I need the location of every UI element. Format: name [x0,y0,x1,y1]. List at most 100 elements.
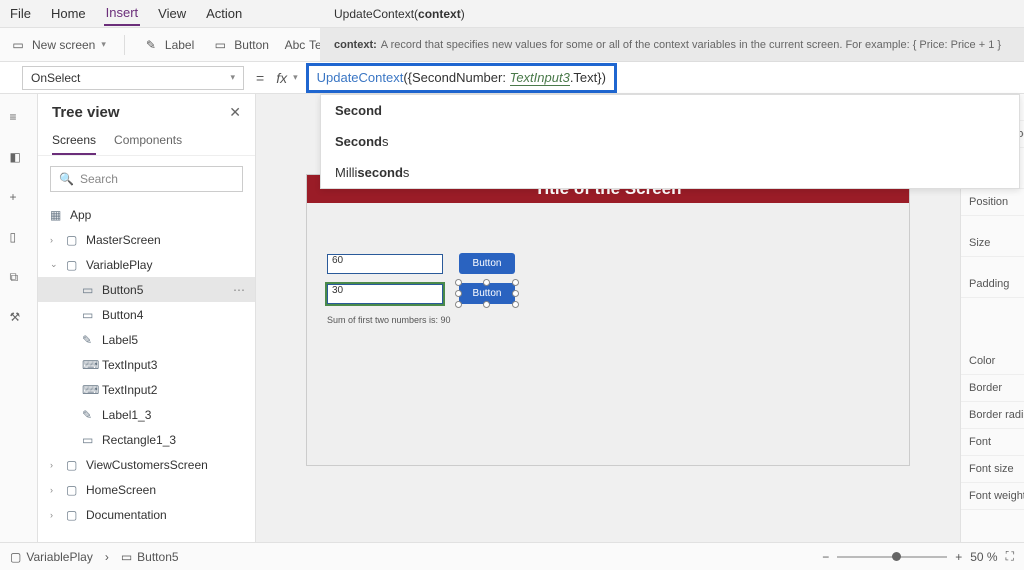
tree-search-input[interactable]: 🔍 Search [50,166,243,192]
button-icon: ▭ [82,283,96,297]
formula-bar: OnSelect▾ = fx ▾ UpdateContext({SecondNu… [0,62,1024,94]
equals-sign: = [256,70,264,86]
button-icon: ▭ [82,308,96,322]
selection-handle[interactable] [483,301,490,308]
suggestion-milliseconds[interactable]: Milliseconds [321,157,1019,188]
prop-padding[interactable]: Padding [961,271,1024,298]
text-icon: Abc [287,37,303,53]
button4-control[interactable]: Button [459,253,515,274]
tree-button4[interactable]: ▭Button4 [38,302,255,327]
prop-font[interactable]: Font [961,429,1024,456]
menu-insert[interactable]: Insert [104,1,141,26]
button-icon: ▭ [121,550,132,564]
chevron-right-icon: › [50,485,60,495]
tree-view-icon[interactable]: ◧ [10,150,28,168]
prop-fontsize[interactable]: Font size [961,456,1024,483]
breadcrumb-control[interactable]: ▭Button5 [121,550,179,564]
tab-screens[interactable]: Screens [52,127,96,155]
close-icon[interactable]: ✕ [229,104,241,121]
button5-control[interactable]: Button [459,283,515,304]
chevron-down-icon: ⌄ [50,259,60,270]
textinput3-control[interactable]: 30 [327,284,443,304]
prop-color[interactable]: Color [961,348,1024,375]
screen-variableplay[interactable]: Title of the Screen 60 Button 30 Button [306,174,910,466]
textinput-icon: ⌨ [82,358,96,372]
data-icon[interactable]: ▯ [10,230,28,248]
prop-position[interactable]: Position [961,189,1024,216]
chevron-right-icon: › [50,460,60,470]
menu-view[interactable]: View [156,2,188,25]
chevron-right-icon: › [50,235,60,245]
label-sum: Sum of first two numbers is: 90 [327,315,451,326]
prop-fontweight[interactable]: Font weight [961,483,1024,510]
add-icon[interactable]: + [10,190,28,208]
search-icon: 🔍 [59,172,74,186]
label-icon: ✎ [143,37,159,53]
left-rail: ≡ ◧ + ▯ ⧉ ⚒ [0,94,38,542]
more-icon[interactable]: ⋯ [233,283,245,297]
property-select[interactable]: OnSelect▾ [22,66,244,90]
menu-file[interactable]: File [8,2,33,25]
hamburger-icon[interactable]: ≡ [10,110,28,128]
tools-icon[interactable]: ⚒ [10,310,28,328]
zoom-in-button[interactable]: + [955,550,962,564]
screen-icon: ▢ [66,458,80,472]
menu-home[interactable]: Home [49,2,88,25]
selection-handle[interactable] [455,290,462,297]
fx-expand-icon[interactable]: ▾ [293,72,298,83]
tree-rectangle1-3[interactable]: ▭Rectangle1_3 [38,427,255,452]
prop-border[interactable]: Border [961,375,1024,402]
tree-variableplay[interactable]: ⌄▢VariablePlay [38,252,255,277]
screen-icon: ▢ [10,550,21,564]
tree-documentation[interactable]: ›▢Documentation [38,502,255,527]
selection-handle[interactable] [455,279,462,286]
screen-icon: ▢ [66,258,80,272]
tree-masterscreen[interactable]: ›▢MasterScreen [38,227,255,252]
textinput-icon: ⌨ [82,383,96,397]
fx-icon: fx [276,70,287,86]
formula-signature: UpdateContext(context) [320,0,465,28]
insert-button-button[interactable]: ▭ Button [212,37,269,53]
textinput2-control[interactable]: 60 [327,254,443,274]
zoom-slider[interactable] [837,556,947,558]
formula-help: context:A record that specifies new valu… [320,28,1024,62]
selection-handle[interactable] [512,290,519,297]
tree-viewcustomers[interactable]: ›▢ViewCustomersScreen [38,452,255,477]
chevron-right-icon: › [50,510,60,520]
insert-label-button[interactable]: ✎ Label [143,37,194,53]
media-icon[interactable]: ⧉ [10,270,28,288]
tree-textinput2[interactable]: ⌨TextInput2 [38,377,255,402]
selection-handle[interactable] [512,301,519,308]
fit-icon[interactable]: ⛶ [1006,549,1014,564]
formula-input[interactable]: UpdateContext({SecondNumber: TextInput3.… [306,63,617,93]
zoom-level: 50 % [970,550,997,564]
tree-label5[interactable]: ✎Label5 [38,327,255,352]
breadcrumb-separator-icon: › [105,550,109,564]
selection-handle[interactable] [512,279,519,286]
tree-app[interactable]: ▦App [38,202,255,227]
prop-size[interactable]: Size [961,230,1024,257]
button-icon: ▭ [212,37,228,53]
selection-handle[interactable] [483,279,490,286]
new-screen-icon: ▭ [10,37,26,53]
intellisense-dropdown: Second Seconds Milliseconds [320,94,1020,189]
tree-button5[interactable]: ▭Button5⋯ [38,277,255,302]
app-icon: ▦ [50,208,64,222]
new-screen-button[interactable]: ▭ New screen▾ [10,37,106,53]
label-icon: ✎ [82,333,96,347]
menu-action[interactable]: Action [204,2,244,25]
status-bar: ▢VariablePlay › ▭Button5 − + 50 % ⛶ [0,542,1024,570]
tab-components[interactable]: Components [114,127,182,155]
tree-label1-3[interactable]: ✎Label1_3 [38,402,255,427]
zoom-out-button[interactable]: − [822,550,829,564]
suggestion-seconds[interactable]: Seconds [321,126,1019,157]
screen-icon: ▢ [66,233,80,247]
selection-handle[interactable] [455,301,462,308]
suggestion-second[interactable]: Second [321,95,1019,126]
screen-icon: ▢ [66,508,80,522]
tree-textinput3[interactable]: ⌨TextInput3 [38,352,255,377]
breadcrumb-screen[interactable]: ▢VariablePlay [10,550,93,564]
screen-icon: ▢ [66,483,80,497]
prop-borderradius[interactable]: Border radiu [961,402,1024,429]
tree-homescreen[interactable]: ›▢HomeScreen [38,477,255,502]
